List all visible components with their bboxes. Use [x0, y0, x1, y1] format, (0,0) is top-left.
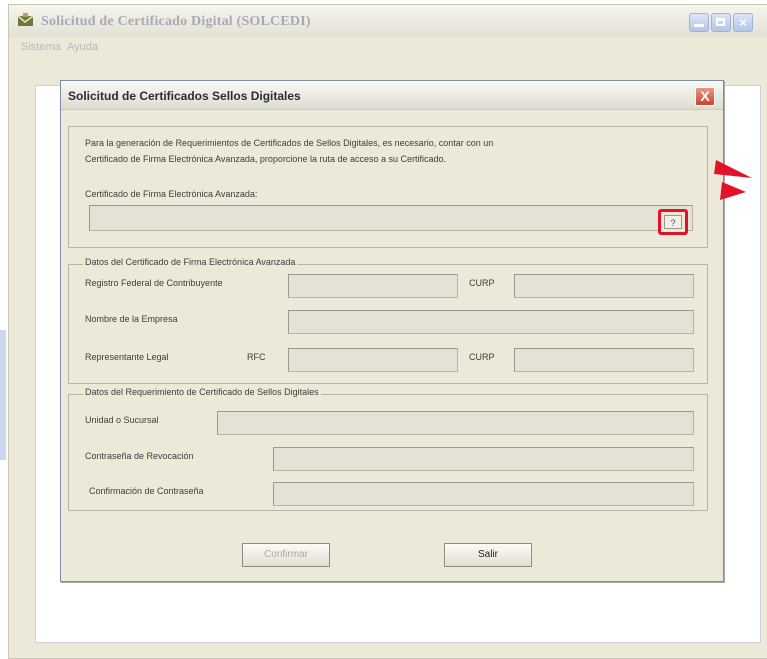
requerimiento-group: Datos del Requerimiento de Certificado d…	[68, 387, 708, 511]
unidad-label: Unidad o Sucursal	[85, 415, 159, 425]
rfc-label: Registro Federal de Contribuyente	[85, 278, 223, 288]
certificate-data-group: Datos del Certificado de Firma Electróni…	[68, 257, 708, 384]
browse-question-label: ?	[664, 215, 682, 229]
minimize-button[interactable]	[689, 13, 709, 32]
unidad-field[interactable]	[217, 411, 694, 435]
representante-label: Representante Legal	[85, 352, 169, 362]
contrasena-label: Contraseña de Revocación	[85, 451, 194, 461]
browse-certificate-button[interactable]: ?	[658, 209, 688, 235]
rep-rfc-label: RFC	[247, 352, 266, 362]
salir-button[interactable]: Salir	[444, 543, 532, 567]
maximize-button[interactable]	[711, 13, 731, 32]
dialog-close-button[interactable]: X	[695, 87, 715, 106]
intro-text-line1: Para la generación de Requerimientos de …	[85, 138, 494, 148]
cert-path-label: Certificado de Firma Electrónica Avanzad…	[85, 189, 258, 199]
desktop-edge	[0, 330, 6, 460]
certificate-group: Para la generación de Requerimientos de …	[68, 126, 708, 248]
rfc-field[interactable]	[288, 274, 458, 298]
curp-label: CURP	[469, 278, 495, 288]
maximize-icon	[716, 18, 725, 26]
curp-field[interactable]	[514, 274, 694, 298]
pointer-arrows-icon	[714, 160, 752, 200]
certificate-data-legend: Datos del Certificado de Firma Electróni…	[83, 257, 298, 267]
rep-curp-label: CURP	[469, 352, 495, 362]
confirmar-button[interactable]: Confirmar	[242, 543, 330, 567]
menu-ayuda[interactable]: Ayuda	[67, 41, 98, 53]
dialog-title: Solicitud de Certificados Sellos Digital…	[68, 89, 301, 103]
app-title: Solicitud de Certificado Digital (SOLCED…	[41, 14, 311, 29]
requerimiento-legend: Datos del Requerimiento de Certificado d…	[83, 387, 321, 397]
intro-text-line2: Certificado de Firma Electrónica Avanzad…	[85, 154, 447, 164]
empresa-field[interactable]	[288, 310, 694, 334]
solicitud-dialog: Solicitud de Certificados Sellos Digital…	[60, 80, 724, 582]
close-icon: ×	[739, 15, 747, 30]
confirmacion-field[interactable]	[273, 482, 694, 506]
menu-bar: Sistema Ayuda	[9, 37, 767, 57]
rep-curp-field[interactable]	[514, 348, 694, 372]
menu-sistema[interactable]: Sistema	[21, 41, 61, 53]
certificate-app-icon	[17, 13, 34, 26]
cert-path-field[interactable]	[89, 205, 693, 231]
dialog-title-bar: Solicitud de Certificados Sellos Digital…	[61, 81, 723, 110]
contrasena-field[interactable]	[273, 447, 694, 471]
app-title-bar: Solicitud de Certificado Digital (SOLCED…	[9, 5, 767, 37]
rep-rfc-field[interactable]	[288, 348, 458, 372]
empresa-label: Nombre de la Empresa	[85, 314, 178, 324]
window-close-button[interactable]: ×	[733, 13, 753, 32]
minimize-icon	[694, 24, 704, 27]
confirmacion-label: Confirmación de Contraseña	[89, 486, 204, 496]
close-icon: X	[700, 88, 710, 104]
